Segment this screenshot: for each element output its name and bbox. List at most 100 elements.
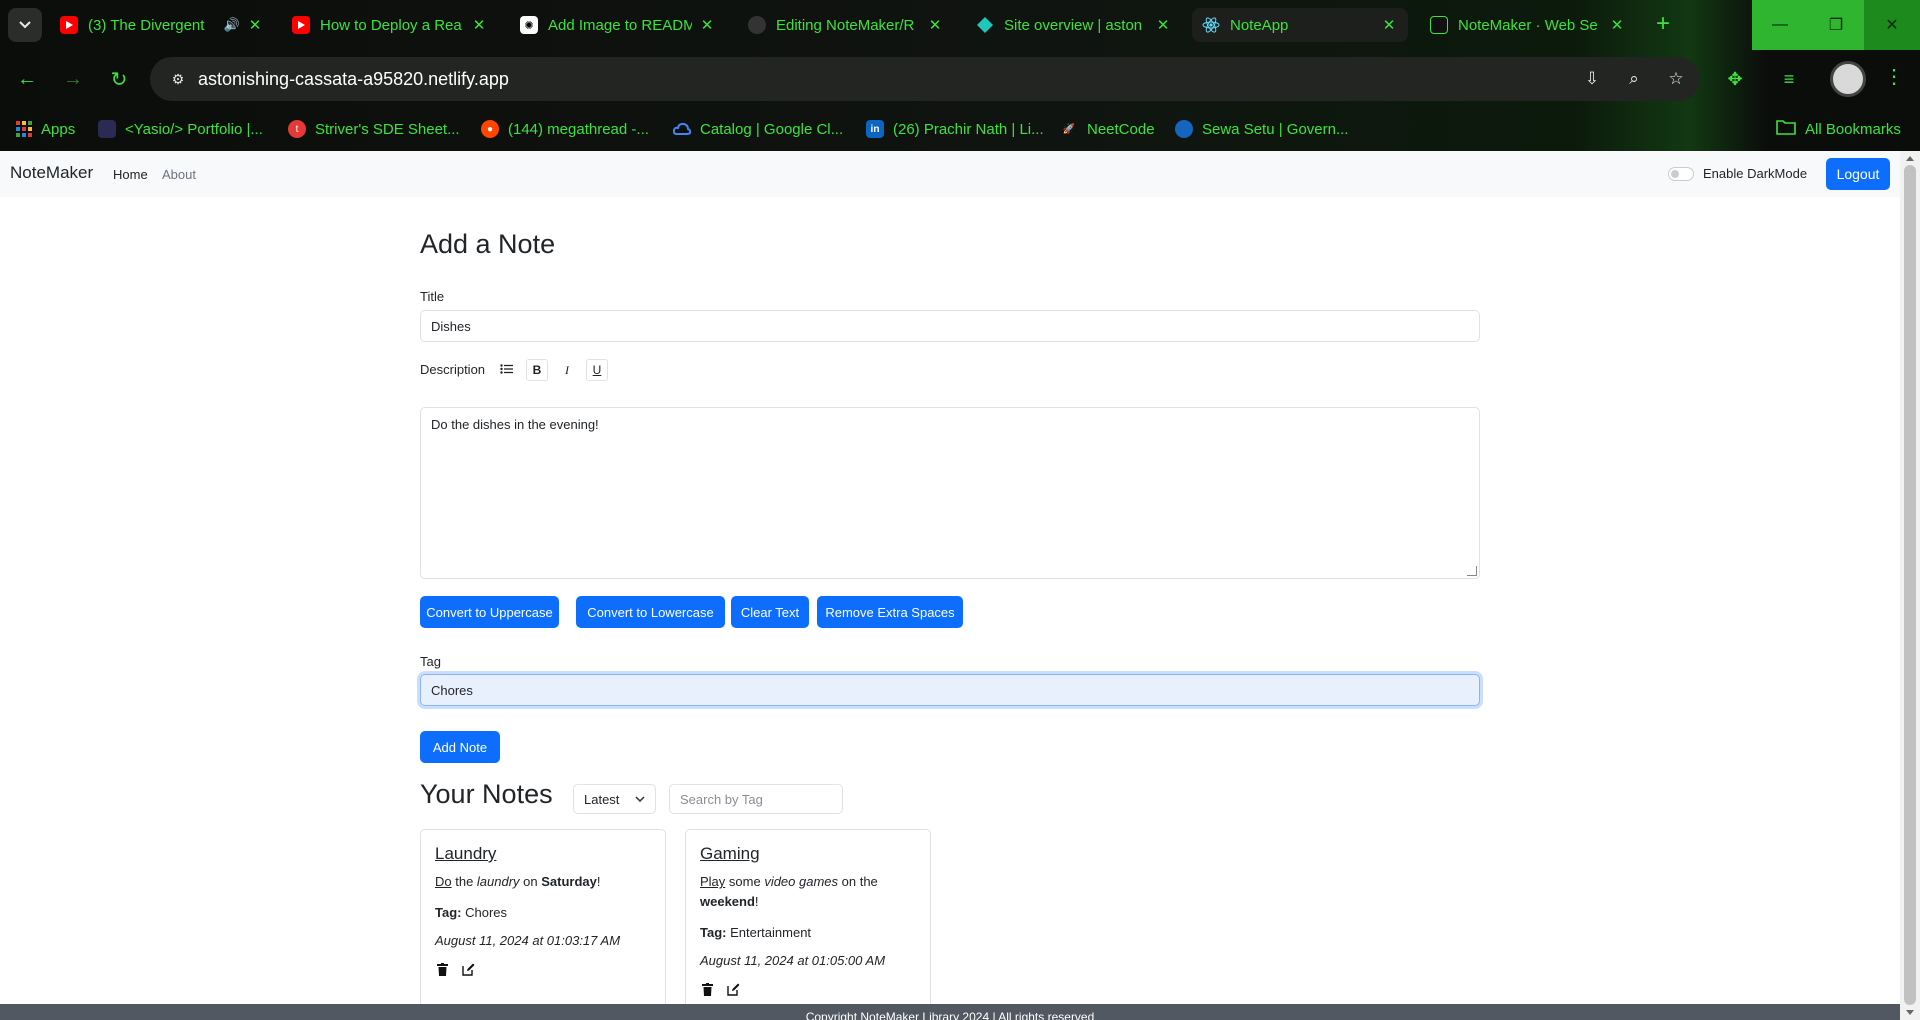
close-icon[interactable]: ✕ — [1154, 16, 1172, 34]
uppercase-button[interactable]: Convert to Uppercase — [420, 596, 559, 628]
bold-button[interactable]: B — [526, 359, 548, 381]
bullet-list-button[interactable] — [495, 359, 517, 381]
restore-button[interactable]: ❐ — [1808, 0, 1864, 50]
tab-search-button[interactable] — [8, 8, 42, 42]
nav-home[interactable]: Home — [113, 167, 148, 182]
note-actions — [435, 962, 651, 976]
tag-search-input[interactable]: Search by Tag — [669, 784, 843, 814]
minimize-icon: — — [1772, 16, 1788, 33]
speaker-icon[interactable]: 🔊 — [224, 17, 240, 33]
desc-word: ! — [754, 894, 759, 909]
react-icon — [1202, 16, 1220, 34]
bookmark-apps[interactable]: Apps — [16, 117, 75, 141]
google-cloud-icon — [673, 120, 691, 138]
close-icon[interactable]: ✕ — [470, 16, 488, 34]
zoom-icon[interactable]: ⌕ — [1622, 65, 1646, 93]
url-text[interactable]: astonishing-cassata-a95820.netlify.app — [198, 69, 509, 90]
browser-chrome: (3) The Divergent 🔊 ✕ How to Deploy a Re… — [0, 0, 1920, 151]
minimize-button[interactable]: — — [1752, 0, 1808, 50]
chevron-down-icon — [635, 796, 645, 802]
underline-button[interactable]: U — [586, 359, 608, 381]
bookmark-label: (144) megathread -... — [508, 120, 649, 138]
trash-icon[interactable] — [700, 982, 714, 996]
tab-chatgpt[interactable]: ✺ Add Image to READM ✕ — [510, 8, 726, 42]
desc-word: Play — [700, 874, 726, 889]
close-icon[interactable]: ✕ — [698, 16, 716, 34]
tag-input[interactable]: Chores — [420, 674, 1480, 706]
note-tag: Tag: Chores — [435, 905, 651, 920]
desc-word: laundry — [476, 874, 520, 889]
clear-text-button[interactable]: Clear Text — [731, 596, 809, 628]
note-title[interactable]: Gaming — [700, 844, 916, 864]
note-actions — [700, 982, 916, 996]
bookmark-sewa-setu[interactable]: Sewa Setu | Govern... — [1175, 117, 1348, 141]
youtube-icon — [60, 16, 78, 34]
bookmark-label: Sewa Setu | Govern... — [1202, 120, 1349, 138]
back-button[interactable]: ← — [12, 64, 42, 94]
tab-youtube-divergent[interactable]: (3) The Divergent 🔊 ✕ — [50, 8, 274, 42]
sort-select[interactable]: Latest — [573, 784, 656, 814]
emblem-icon — [1175, 120, 1193, 138]
close-icon[interactable]: ✕ — [926, 16, 944, 34]
bookmark-neetcode[interactable]: 🚀 NeetCode — [1060, 117, 1155, 141]
tab-youtube-deploy[interactable]: How to Deploy a Rea ✕ — [282, 8, 498, 42]
scroll-down-icon[interactable] — [1906, 1010, 1914, 1015]
bookmark-google-cloud[interactable]: Catalog | Google Cl... — [673, 117, 843, 141]
lowercase-button[interactable]: Convert to Lowercase — [576, 596, 725, 628]
tab-render[interactable]: NoteMaker · Web Se ✕ — [1420, 8, 1636, 42]
edit-icon[interactable] — [461, 962, 475, 976]
brand-logo[interactable]: NoteMaker — [10, 163, 93, 183]
scrollbar-thumb[interactable] — [1904, 165, 1916, 1005]
title-input[interactable]: Dishes — [420, 310, 1480, 342]
close-window-button[interactable]: ✕ — [1864, 0, 1920, 50]
desc-word: Saturday — [541, 874, 597, 889]
italic-button[interactable]: I — [556, 359, 578, 381]
page-scrollbar[interactable] — [1900, 151, 1920, 1020]
tab-noteapp[interactable]: NoteApp ✕ — [1192, 8, 1408, 42]
remove-spaces-button[interactable]: Remove Extra Spaces — [817, 596, 963, 628]
address-bar-actions: ⇩ ⌕ ☆ — [1580, 65, 1688, 93]
more-menu-icon[interactable]: ⋮ — [1882, 64, 1906, 94]
media-control-icon[interactable]: ≡ — [1774, 64, 1804, 94]
logout-button[interactable]: Logout — [1826, 158, 1890, 190]
reload-button[interactable]: ↻ — [104, 64, 134, 94]
bookmark-linkedin[interactable]: in (26) Prachir Nath | Li... — [866, 117, 1044, 141]
bookmark-reddit[interactable]: ● (144) megathread -... — [481, 117, 649, 141]
bookmark-portfolio[interactable]: <Yasio/> Portfolio |... — [98, 117, 263, 141]
address-row: ← → ↻ ⚙ astonishing-cassata-a95820.netli… — [0, 50, 1920, 108]
tab-netlify[interactable]: Site overview | aston ✕ — [966, 8, 1182, 42]
nav-about[interactable]: About — [162, 167, 196, 182]
all-bookmarks[interactable]: All Bookmarks — [1776, 117, 1901, 141]
restore-icon: ❐ — [1828, 17, 1844, 34]
resize-handle-icon[interactable] — [1467, 566, 1477, 576]
scroll-up-icon[interactable] — [1906, 156, 1914, 161]
close-icon[interactable]: ✕ — [246, 16, 264, 34]
address-bar[interactable]: ⚙ astonishing-cassata-a95820.netlify.app… — [150, 57, 1700, 101]
bookmark-label: Striver's SDE Sheet... — [315, 120, 460, 138]
darkmode-label: Enable DarkMode — [1703, 166, 1808, 181]
edit-icon[interactable] — [726, 982, 740, 996]
description-textarea[interactable]: Do the dishes in the evening! — [420, 407, 1480, 579]
tab-title: How to Deploy a Rea — [320, 16, 462, 34]
note-description: Do the laundry on Saturday! — [435, 872, 651, 892]
bookmark-star-icon[interactable]: ☆ — [1664, 65, 1688, 93]
tag-prefix: Tag: — [700, 925, 727, 940]
bookmark-striver[interactable]: t Striver's SDE Sheet... — [288, 117, 460, 141]
page-footer: Copyright NoteMaker Library 2024 | All r… — [0, 1004, 1900, 1020]
forward-button[interactable]: → — [58, 64, 88, 94]
profile-avatar[interactable] — [1830, 61, 1866, 97]
note-title[interactable]: Laundry — [435, 844, 651, 864]
desc-word: the — [451, 874, 477, 889]
darkmode-switch[interactable] — [1668, 166, 1694, 181]
install-app-icon[interactable]: ⇩ — [1580, 65, 1604, 93]
new-tab-button[interactable]: + — [1650, 12, 1676, 38]
trash-icon[interactable] — [435, 962, 449, 976]
close-icon[interactable]: ✕ — [1380, 16, 1398, 34]
site-info-icon[interactable]: ⚙ — [158, 71, 198, 88]
description-text: Do the dishes in the evening! — [431, 417, 599, 432]
add-note-button[interactable]: Add Note — [420, 731, 500, 763]
extensions-puzzle-icon[interactable]: ✥ — [1720, 64, 1750, 94]
tab-github[interactable]: Editing NoteMaker/R ✕ — [738, 8, 954, 42]
close-icon[interactable]: ✕ — [1608, 16, 1626, 34]
darkmode-toggle-group[interactable]: Enable DarkMode — [1668, 166, 1807, 181]
